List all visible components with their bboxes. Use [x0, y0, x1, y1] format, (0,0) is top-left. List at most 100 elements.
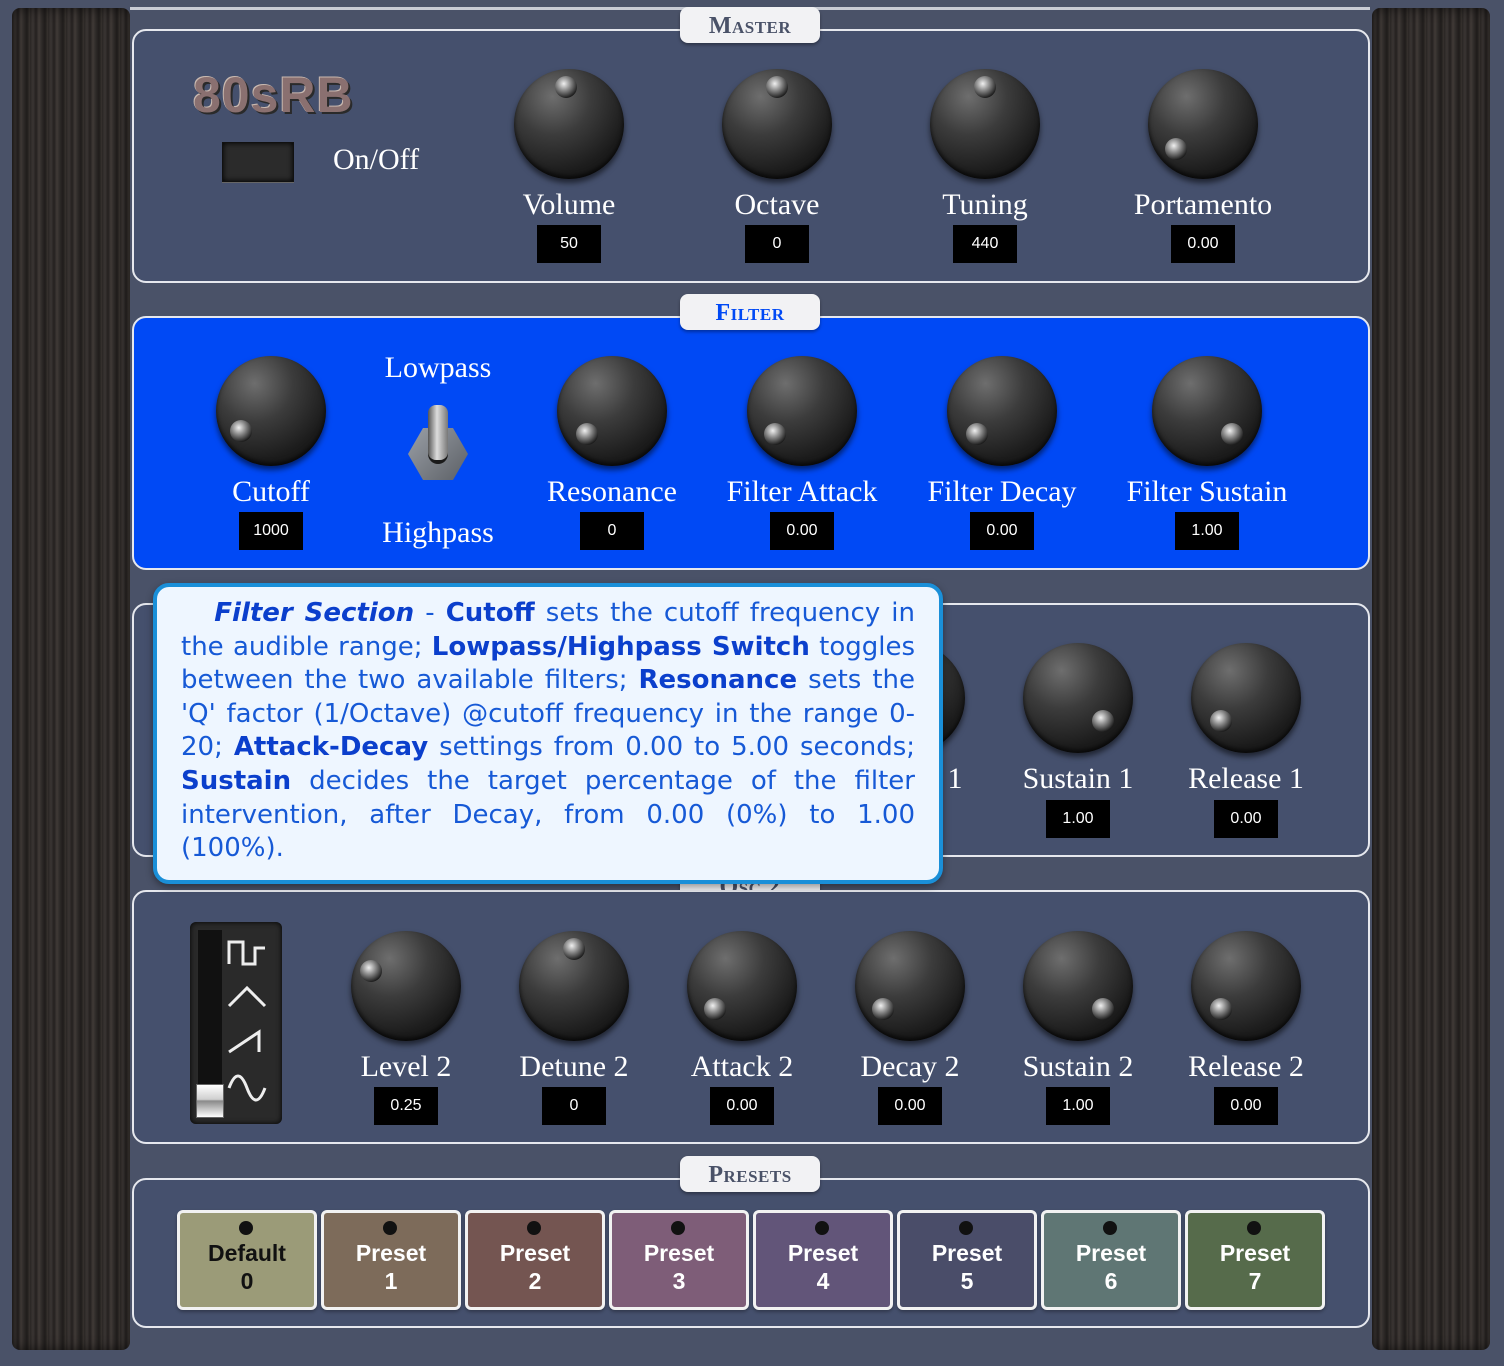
- sustain-2-knob[interactable]: [1023, 931, 1133, 1041]
- highpass-label: Highpass: [382, 516, 494, 549]
- master-section-title: Master: [680, 7, 820, 43]
- preset-line2: 4: [816, 1268, 830, 1294]
- preset-line2: 0: [240, 1268, 254, 1294]
- tooltip-term: Cutoff: [445, 598, 535, 628]
- preset-button-7[interactable]: Preset 7: [1185, 1210, 1325, 1310]
- release-1-knob[interactable]: [1191, 643, 1301, 753]
- tooltip-term: Lowpass/Highpass Switch: [431, 631, 810, 662]
- logo: 80sRB: [193, 67, 354, 123]
- filter-help-tooltip: Filter Section - Cutoff sets the cutoff …: [153, 583, 943, 884]
- filter-attack-knob[interactable]: [747, 356, 857, 466]
- filter-attack-label: Filter Attack: [726, 475, 878, 508]
- triangle-wave-icon: [227, 985, 267, 1008]
- wood-side-panel-left: [12, 8, 130, 1350]
- release-1-value: 0.00: [1214, 800, 1278, 838]
- level-2-value: 0.25: [374, 1087, 438, 1125]
- waveform-slider-thumb[interactable]: [196, 1084, 224, 1118]
- level-2-knob[interactable]: [351, 931, 461, 1041]
- filter-sustain-value: 1.00: [1175, 512, 1239, 550]
- release-2-label: Release 2: [1188, 1050, 1304, 1083]
- preset-led: [383, 1221, 397, 1235]
- presets-section-title: Presets: [680, 1156, 820, 1192]
- preset-line1: Preset: [355, 1240, 427, 1266]
- attack-2-knob[interactable]: [687, 931, 797, 1041]
- preset-line1: Preset: [1219, 1240, 1291, 1266]
- tooltip-title: Filter Section: [214, 598, 415, 628]
- sustain-1-knob[interactable]: [1023, 643, 1133, 753]
- filter-decay-label: Filter Decay: [927, 475, 1077, 508]
- preset-line1: Preset: [931, 1240, 1003, 1266]
- cutoff-value: 1000: [239, 512, 303, 550]
- preset-line1: Preset: [499, 1240, 571, 1266]
- preset-button-1[interactable]: Preset 1: [321, 1210, 461, 1310]
- tuning-value: 440: [953, 225, 1017, 263]
- preset-button-5[interactable]: Preset 5: [897, 1210, 1037, 1310]
- preset-button-3[interactable]: Preset 3: [609, 1210, 749, 1310]
- preset-line1: Preset: [1075, 1240, 1147, 1266]
- preset-line2: 2: [528, 1268, 542, 1294]
- preset-led: [959, 1221, 973, 1235]
- preset-line1: Preset: [787, 1240, 859, 1266]
- decay-2-knob[interactable]: [855, 931, 965, 1041]
- preset-line1: Default: [208, 1240, 286, 1266]
- cutoff-knob[interactable]: [216, 356, 326, 466]
- preset-led: [527, 1221, 541, 1235]
- sine-wave-icon: [227, 1074, 267, 1102]
- filter-sustain-label: Filter Sustain: [1126, 475, 1288, 508]
- release-2-knob[interactable]: [1191, 931, 1301, 1041]
- volume-label: Volume: [522, 188, 616, 221]
- detune-2-knob[interactable]: [519, 931, 629, 1041]
- sawtooth-wave-icon: [228, 1029, 261, 1054]
- preset-button-2[interactable]: Preset 2: [465, 1210, 605, 1310]
- filter-attack-value: 0.00: [770, 512, 834, 550]
- tuning-knob[interactable]: [930, 69, 1040, 179]
- lowpass-label: Lowpass: [384, 351, 492, 384]
- tooltip-text: settin­gs from 0.00 to 5.00 seconds;: [428, 732, 915, 763]
- tooltip-text: decides the target percentage of the fil…: [181, 765, 915, 864]
- filter-decay-value: 0.00: [970, 512, 1034, 550]
- tooltip-term: Resonance: [638, 665, 798, 696]
- preset-line1: Preset: [643, 1240, 715, 1266]
- filter-type-switch-lever[interactable]: [428, 405, 448, 460]
- filter-decay-knob[interactable]: [947, 356, 1057, 466]
- preset-line2: 5: [960, 1268, 974, 1294]
- cutoff-label: Cutoff: [232, 475, 310, 508]
- tooltip-text: -: [414, 598, 446, 628]
- resonance-label: Resonance: [547, 475, 677, 508]
- filter-sustain-knob[interactable]: [1152, 356, 1262, 466]
- tooltip-term: Sustain: [181, 765, 292, 796]
- wood-side-panel-right: [1372, 8, 1490, 1350]
- sustain-1-value: 1.00: [1046, 800, 1110, 838]
- preset-button-0[interactable]: Default 0: [177, 1210, 317, 1310]
- octave-label: Octave: [734, 188, 820, 221]
- preset-line2: 3: [672, 1268, 686, 1294]
- portamento-label: Portamento: [1133, 188, 1273, 221]
- preset-line2: 1: [384, 1268, 398, 1294]
- preset-led: [1247, 1221, 1261, 1235]
- preset-led: [815, 1221, 829, 1235]
- filter-section-title: Filter: [680, 294, 820, 330]
- resonance-value: 0: [580, 512, 644, 550]
- attack-2-value: 0.00: [710, 1087, 774, 1125]
- octave-knob[interactable]: [722, 69, 832, 179]
- volume-knob[interactable]: [514, 69, 624, 179]
- preset-led: [671, 1221, 685, 1235]
- power-button[interactable]: [222, 142, 294, 182]
- preset-line2: 6: [1104, 1268, 1118, 1294]
- octave-value: 0: [745, 225, 809, 263]
- sustain-2-value: 1.00: [1046, 1087, 1110, 1125]
- preset-line2: 7: [1248, 1268, 1262, 1294]
- portamento-value: 0.00: [1171, 225, 1235, 263]
- tuning-label: Tuning: [942, 188, 1028, 221]
- resonance-knob[interactable]: [557, 356, 667, 466]
- square-wave-icon: [227, 940, 265, 966]
- preset-button-4[interactable]: Preset 4: [753, 1210, 893, 1310]
- portamento-knob[interactable]: [1148, 69, 1258, 179]
- preset-button-6[interactable]: Preset 6: [1041, 1210, 1181, 1310]
- release-1-label: Release 1: [1188, 762, 1304, 795]
- decay-2-value: 0.00: [878, 1087, 942, 1125]
- preset-led: [239, 1221, 253, 1235]
- release-2-value: 0.00: [1214, 1087, 1278, 1125]
- power-label: On/Off: [333, 143, 420, 176]
- tooltip-term: Attack-Decay: [233, 732, 429, 763]
